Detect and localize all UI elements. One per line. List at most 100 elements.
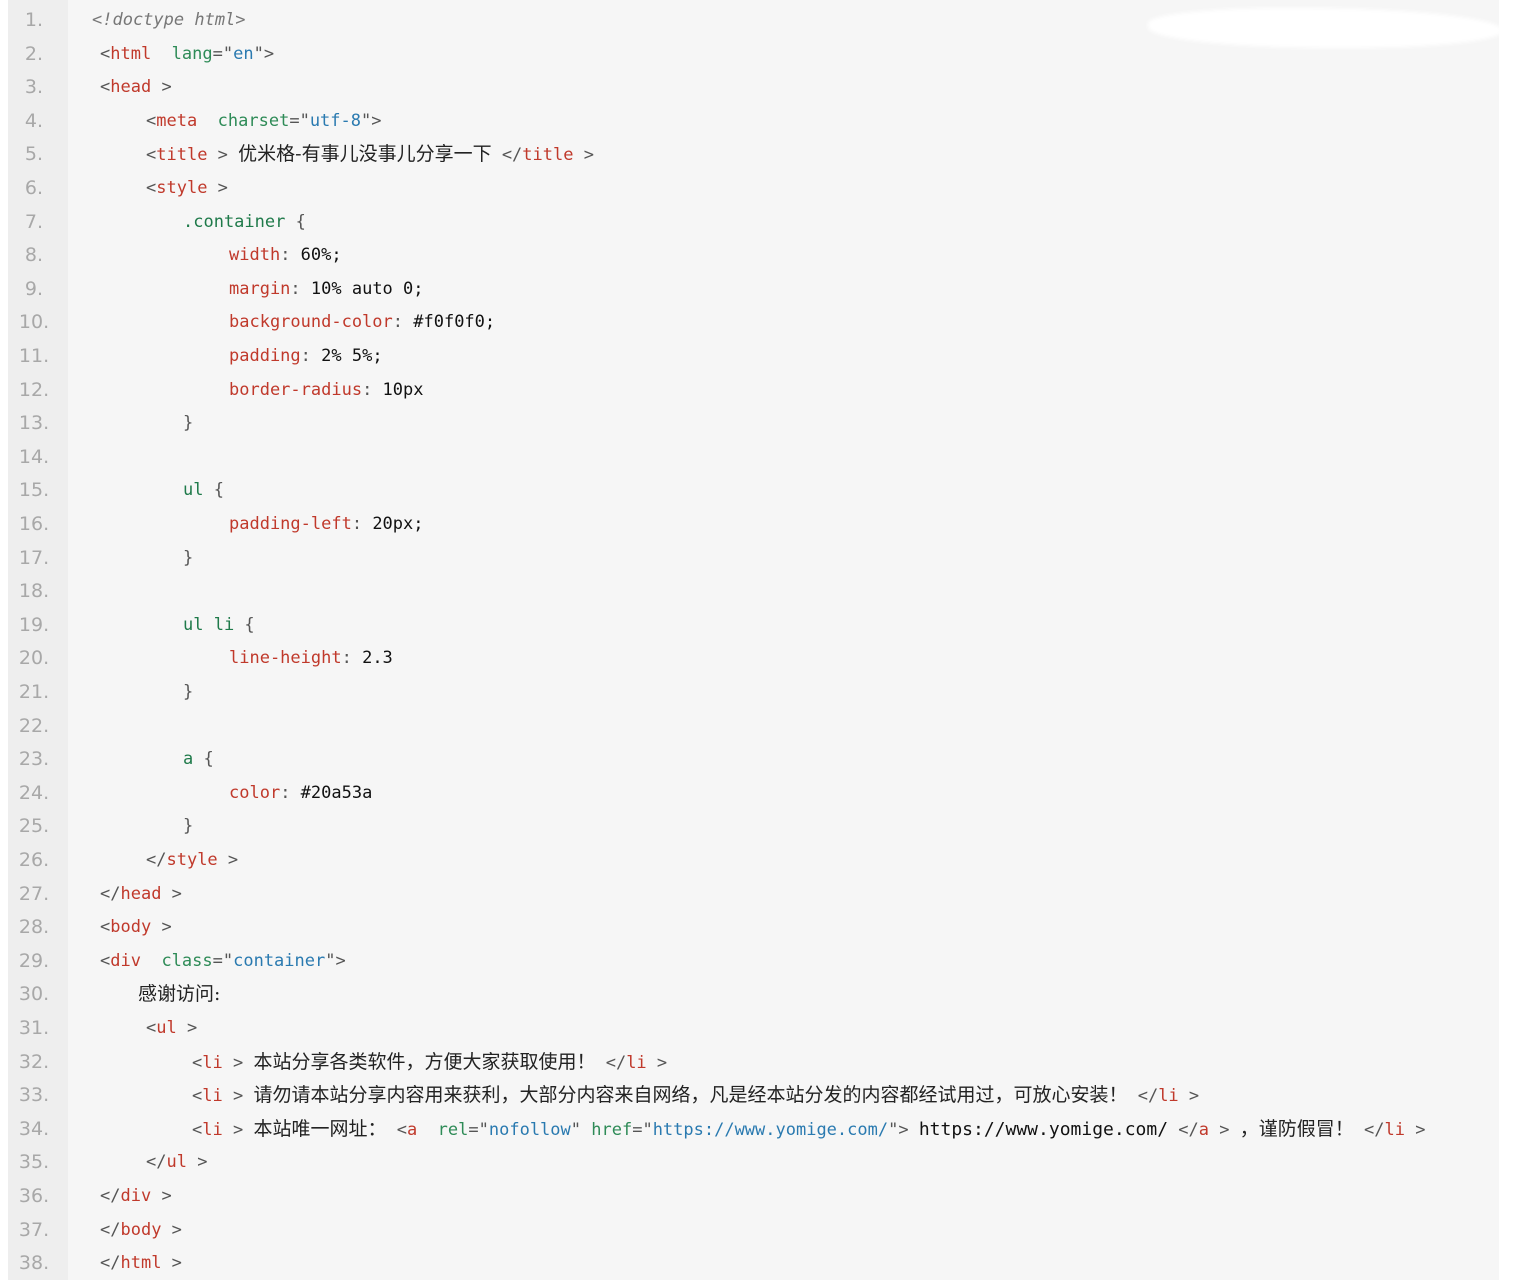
code-token-punc: "> bbox=[361, 110, 382, 131]
code-token-punc: > bbox=[161, 1219, 182, 1240]
code-token-tag: body bbox=[110, 917, 152, 938]
code-content: </style > bbox=[146, 844, 238, 878]
code-line: 38. </html > bbox=[8, 1247, 1499, 1281]
code-token-url[interactable]: https://www.yomige.com/ bbox=[919, 1119, 1168, 1140]
code-token-tag: title bbox=[522, 145, 574, 166]
code-token-val: 10% auto 0; bbox=[310, 278, 424, 299]
code-line: 30. 感谢访问: bbox=[8, 978, 1499, 1012]
code-token-punc: > bbox=[222, 1052, 254, 1073]
code-token-tag: title bbox=[156, 145, 208, 166]
code-token-punc: </ bbox=[100, 883, 121, 904]
code-line: 20. line-height: 2.3 bbox=[8, 642, 1499, 676]
code-token-prop: margin bbox=[229, 278, 291, 299]
code-token-sel: ul li bbox=[183, 614, 235, 635]
line-number: 1. bbox=[24, 9, 44, 31]
code-token-val: 60%; bbox=[300, 245, 342, 266]
code-token-tag: html bbox=[110, 43, 152, 64]
code-content: <meta charset="utf-8"> bbox=[146, 105, 381, 139]
code-token-punc: > bbox=[217, 850, 239, 870]
code-token-prop: color bbox=[229, 782, 281, 803]
code-token-punc: : bbox=[392, 312, 414, 333]
line-number: 11. bbox=[18, 345, 50, 367]
code-content: </html > bbox=[100, 1247, 182, 1281]
line-number: 7. bbox=[24, 210, 44, 233]
code-token-punc: "> bbox=[325, 950, 346, 971]
code-token-punc: < bbox=[100, 77, 111, 98]
line-number: 25. bbox=[18, 815, 50, 838]
code-content: <head > bbox=[100, 71, 172, 105]
code-token-punc: </ bbox=[100, 1253, 121, 1274]
code-token-punc: < bbox=[146, 178, 157, 198]
code-content: color: #20a53a bbox=[229, 777, 372, 811]
code-token-punc: < bbox=[146, 110, 157, 131]
code-token-punc: : bbox=[341, 648, 363, 669]
line-number: 30. bbox=[18, 983, 50, 1006]
line-number: 9. bbox=[24, 277, 44, 300]
code-token-tag: li bbox=[1158, 1086, 1179, 1107]
code-token-punc: " bbox=[570, 1119, 592, 1140]
code-content: <style > bbox=[146, 172, 228, 206]
code-token-sel: ul bbox=[183, 480, 204, 501]
code-line: 34. <li > 本站唯一网址： <a rel="nofollow" href=… bbox=[8, 1113, 1499, 1147]
line-number: 35. bbox=[18, 1151, 50, 1174]
code-content: } bbox=[183, 810, 193, 844]
code-token-text: 本站分享各类软件，方便大家获取使用！ bbox=[253, 1050, 596, 1073]
code-token-punc: { bbox=[285, 211, 306, 232]
code-content: </body > bbox=[100, 1214, 182, 1248]
code-token-punc: : bbox=[280, 245, 301, 266]
code-token-attr: charset bbox=[197, 110, 290, 131]
code-content: <html lang="en"> bbox=[100, 38, 274, 72]
code-token-sel: a bbox=[183, 749, 194, 770]
code-token-tag: html bbox=[120, 1253, 162, 1274]
code-line: 36. </div > bbox=[8, 1180, 1499, 1214]
code-token-punc: > bbox=[151, 1186, 172, 1206]
code-line: 15. ul { bbox=[8, 474, 1499, 508]
code-token-punc: } bbox=[183, 816, 194, 837]
code-line: 11. padding: 2% 5%; bbox=[8, 340, 1499, 374]
code-token-text: ，谨防假冒！ bbox=[1239, 1117, 1354, 1140]
code-token-punc: =" bbox=[212, 43, 234, 64]
line-number: 34. bbox=[18, 1117, 50, 1140]
code-token-punc: > bbox=[1209, 1119, 1240, 1140]
code-token-doc: <!doctype html> bbox=[92, 10, 246, 30]
code-line: 7. .container { bbox=[8, 206, 1499, 240]
code-token-prop: border-radius bbox=[229, 379, 363, 400]
code-token-val: 10px bbox=[382, 379, 424, 400]
code-line: 3. <head > bbox=[8, 71, 1499, 105]
code-content: border-radius: 10px bbox=[229, 374, 424, 408]
code-content: background-color: #f0f0f0; bbox=[229, 306, 495, 340]
code-line: 37. </body > bbox=[8, 1214, 1499, 1248]
code-token-punc: > bbox=[176, 1018, 198, 1038]
code-line: 28. <body > bbox=[8, 911, 1499, 945]
line-number: 8. bbox=[24, 244, 44, 267]
code-content: <body > bbox=[100, 911, 172, 945]
code-token-punc: </ bbox=[1168, 1119, 1199, 1140]
line-number: 13. bbox=[18, 412, 50, 435]
code-token-tag: li bbox=[202, 1119, 223, 1140]
code-token-text: 感谢访问: bbox=[138, 983, 221, 1006]
code-token-punc: : bbox=[351, 514, 373, 534]
code-token-tag: head bbox=[120, 883, 162, 904]
code-content: </ul > bbox=[146, 1146, 207, 1180]
code-token-punc: > bbox=[186, 1152, 208, 1173]
code-token-punc: < bbox=[192, 1052, 203, 1073]
code-token-tag: li bbox=[626, 1052, 647, 1073]
code-line: 6. <style > bbox=[8, 172, 1499, 206]
code-line: 16. padding-left: 20px; bbox=[8, 508, 1499, 542]
code-content: } bbox=[183, 542, 193, 576]
line-number: 24. bbox=[18, 781, 50, 804]
code-content: 感谢访问: bbox=[138, 978, 220, 1013]
code-token-punc: : bbox=[280, 782, 301, 803]
code-token-prop: padding bbox=[229, 346, 301, 366]
code-token-punc: > bbox=[161, 1253, 182, 1274]
code-token-punc: </ bbox=[491, 145, 523, 166]
code-content: ul { bbox=[183, 474, 224, 508]
line-number: 32. bbox=[18, 1050, 50, 1073]
code-line: 24. color: #20a53a bbox=[8, 777, 1499, 811]
code-line: 32. <li > 本站分享各类软件，方便大家获取使用！ </li > bbox=[8, 1046, 1499, 1080]
code-token-str: container bbox=[233, 950, 326, 971]
code-token-attr: lang bbox=[151, 43, 213, 64]
code-token-punc: > bbox=[151, 77, 172, 98]
code-line: 21.} bbox=[8, 676, 1499, 710]
code-token-punc: =" bbox=[212, 950, 234, 971]
